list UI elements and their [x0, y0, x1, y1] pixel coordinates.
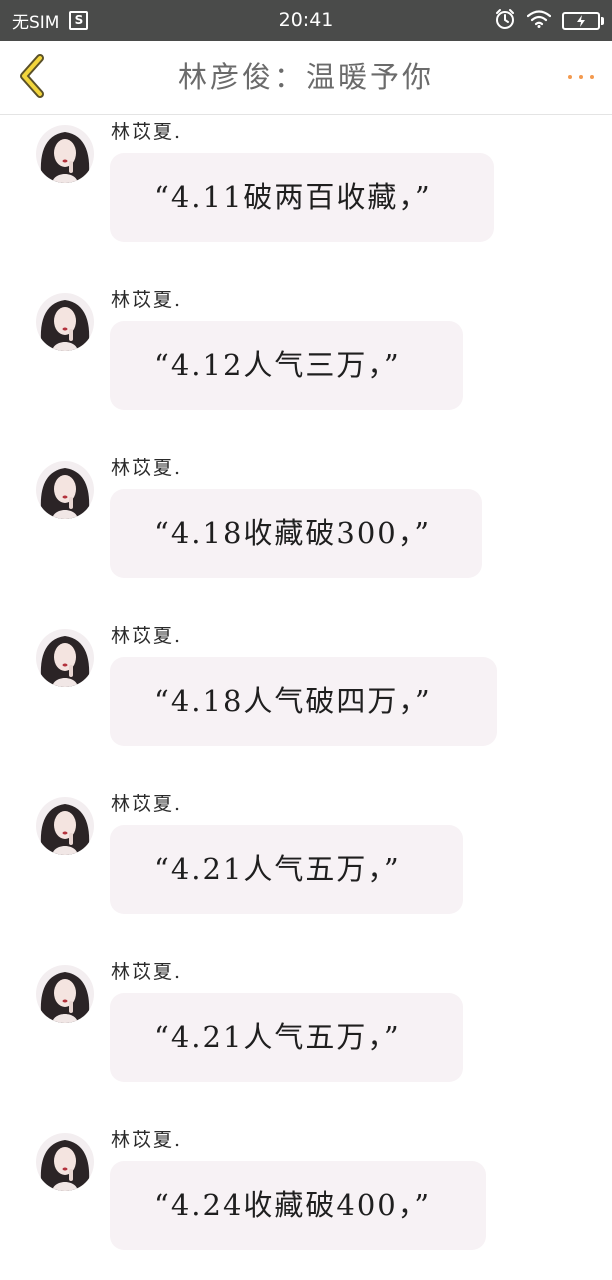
avatar[interactable] [36, 965, 94, 1023]
sender-name: 林苡夏. [111, 961, 183, 983]
sender-name: 林苡夏. [111, 625, 183, 647]
avatar[interactable] [36, 629, 94, 687]
chat-message: 林苡夏. “4.18人气破四万，” [0, 619, 612, 749]
alarm-icon [494, 8, 516, 34]
status-right [494, 0, 604, 41]
chat-list[interactable]: 林苡夏. “4.11破两百收藏，” 林苡夏. “4.12人气三万，” 林苡夏. … [0, 115, 612, 1280]
chat-message: 林苡夏. “4.11破两百收藏，” [0, 115, 612, 245]
nav-bar: 林彦俊：温暖予你 [0, 41, 612, 115]
chat-message: 林苡夏. “4.18收藏破300，” [0, 451, 612, 581]
sender-name: 林苡夏. [111, 1129, 183, 1151]
avatar[interactable] [36, 797, 94, 855]
message-bubble[interactable]: “4.24收藏破400，” [110, 1161, 486, 1250]
more-button[interactable] [568, 67, 594, 87]
chat-message: 林苡夏. “4.12人气三万，” [0, 283, 612, 413]
back-button[interactable] [12, 53, 52, 103]
sender-name: 林苡夏. [111, 793, 183, 815]
battery-icon [562, 11, 604, 30]
sender-name: 林苡夏. [111, 121, 183, 143]
chat-message: 林苡夏. “4.24收藏破400，” [0, 1123, 612, 1253]
message-bubble[interactable]: “4.11破两百收藏，” [110, 153, 494, 242]
message-bubble[interactable]: “4.21人气五万，” [110, 825, 463, 914]
message-bubble[interactable]: “4.21人气五万，” [110, 993, 463, 1082]
more-dot [590, 75, 594, 79]
more-dot [568, 75, 572, 79]
avatar[interactable] [36, 1133, 94, 1191]
page-title: 林彦俊：温暖予你 [177, 60, 434, 94]
sender-name: 林苡夏. [111, 457, 183, 479]
message-bubble[interactable]: “4.18人气破四万，” [110, 657, 497, 746]
wifi-icon [526, 9, 552, 32]
sender-name: 林苡夏. [111, 289, 183, 311]
avatar[interactable] [36, 293, 94, 351]
chat-message: 林苡夏. “4.21人气五万，” [0, 955, 612, 1085]
avatar[interactable] [36, 461, 94, 519]
more-dot [579, 75, 583, 79]
status-bar: 无SIM S 20:41 [0, 0, 612, 41]
chat-message: 林苡夏. “4.21人气五万，” [0, 787, 612, 917]
message-bubble[interactable]: “4.18收藏破300，” [110, 489, 482, 578]
avatar[interactable] [36, 125, 94, 183]
message-bubble[interactable]: “4.12人气三万，” [110, 321, 463, 410]
chevron-left-icon [16, 54, 48, 102]
